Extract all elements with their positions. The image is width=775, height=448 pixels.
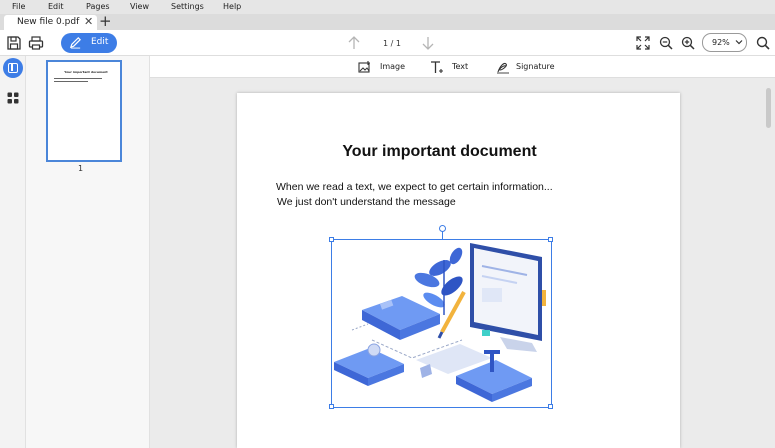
- scrollbar-thumb[interactable]: [766, 88, 771, 128]
- image-icon: [358, 61, 370, 73]
- menu-help[interactable]: Help: [223, 2, 241, 11]
- zoom-in-icon[interactable]: [680, 35, 696, 51]
- resize-handle-bottom-right[interactable]: [548, 404, 553, 409]
- zoom-value: 92%: [712, 38, 730, 47]
- document-area: Image Text Signature Your important docu…: [150, 56, 775, 448]
- signature-tool-label: Signature: [516, 62, 555, 71]
- menu-pages[interactable]: Pages: [86, 2, 110, 11]
- edit-toolbar: Image Text Signature: [150, 56, 775, 78]
- page-indicator: 1 / 1: [383, 39, 401, 48]
- tab-bar: New file 0.pdf ✕ +: [0, 12, 775, 30]
- next-page-icon[interactable]: [420, 35, 436, 51]
- save-icon[interactable]: [6, 35, 22, 51]
- signature-icon: [497, 62, 509, 74]
- text-icon: [431, 61, 443, 73]
- rotate-handle[interactable]: [439, 225, 446, 232]
- pages-panel-button[interactable]: [3, 58, 23, 78]
- menu-settings[interactable]: Settings: [171, 2, 204, 11]
- resize-handle-bottom-left[interactable]: [329, 404, 334, 409]
- thumbnail-page-number: 1: [78, 164, 84, 173]
- resize-handle-top-right[interactable]: [548, 237, 553, 242]
- add-image-button[interactable]: Image: [358, 60, 408, 74]
- tab-close-icon[interactable]: ✕: [84, 15, 93, 28]
- menu-view[interactable]: View: [130, 2, 149, 11]
- main-toolbar: Edit 1 / 1 92%: [0, 30, 775, 56]
- search-icon[interactable]: [755, 35, 771, 51]
- menu-bar: File Edit Pages View Settings Help: [0, 0, 775, 14]
- selected-image[interactable]: [329, 225, 553, 409]
- menu-edit[interactable]: Edit: [48, 2, 64, 11]
- zoom-out-icon[interactable]: [658, 35, 674, 51]
- document-text-line[interactable]: We just don't understand the message: [277, 196, 456, 208]
- document-text-line[interactable]: When we read a text, we expect to get ce…: [276, 181, 553, 193]
- thumbnail-title: Your important document: [64, 70, 108, 74]
- page-thumbnail[interactable]: Your important document: [46, 60, 122, 162]
- resize-handle-top-left[interactable]: [329, 237, 334, 242]
- pencil-icon: [69, 37, 81, 49]
- isometric-illustration: [334, 243, 546, 402]
- thumbnail-line: [54, 78, 102, 79]
- grid-icon[interactable]: [7, 92, 19, 104]
- add-signature-button[interactable]: Signature: [496, 60, 556, 74]
- document-tab[interactable]: New file 0.pdf ✕: [4, 15, 97, 30]
- thumbnail-panel: Your important document 1: [26, 56, 150, 448]
- fit-page-icon[interactable]: [635, 35, 651, 51]
- panel-icon: [8, 63, 18, 73]
- document-title[interactable]: Your important document: [237, 143, 642, 161]
- thumbnail-line: [54, 81, 88, 82]
- menu-file[interactable]: File: [12, 2, 25, 11]
- edit-button[interactable]: Edit: [61, 33, 117, 53]
- pdf-page[interactable]: Your important document When we read a t…: [237, 93, 680, 448]
- chevron-down-icon: [735, 40, 743, 45]
- add-text-button[interactable]: Text: [430, 60, 474, 74]
- zoom-select[interactable]: 92%: [702, 33, 747, 52]
- text-tool-label: Text: [452, 62, 469, 71]
- previous-page-icon[interactable]: [346, 35, 362, 51]
- vertical-scrollbar[interactable]: [764, 78, 772, 448]
- image-tool-label: Image: [380, 62, 406, 71]
- edit-button-label: Edit: [91, 37, 109, 47]
- tab-title: New file 0.pdf: [17, 17, 80, 27]
- new-tab-icon[interactable]: +: [99, 12, 112, 30]
- left-rail: [0, 56, 26, 448]
- print-icon[interactable]: [28, 35, 44, 51]
